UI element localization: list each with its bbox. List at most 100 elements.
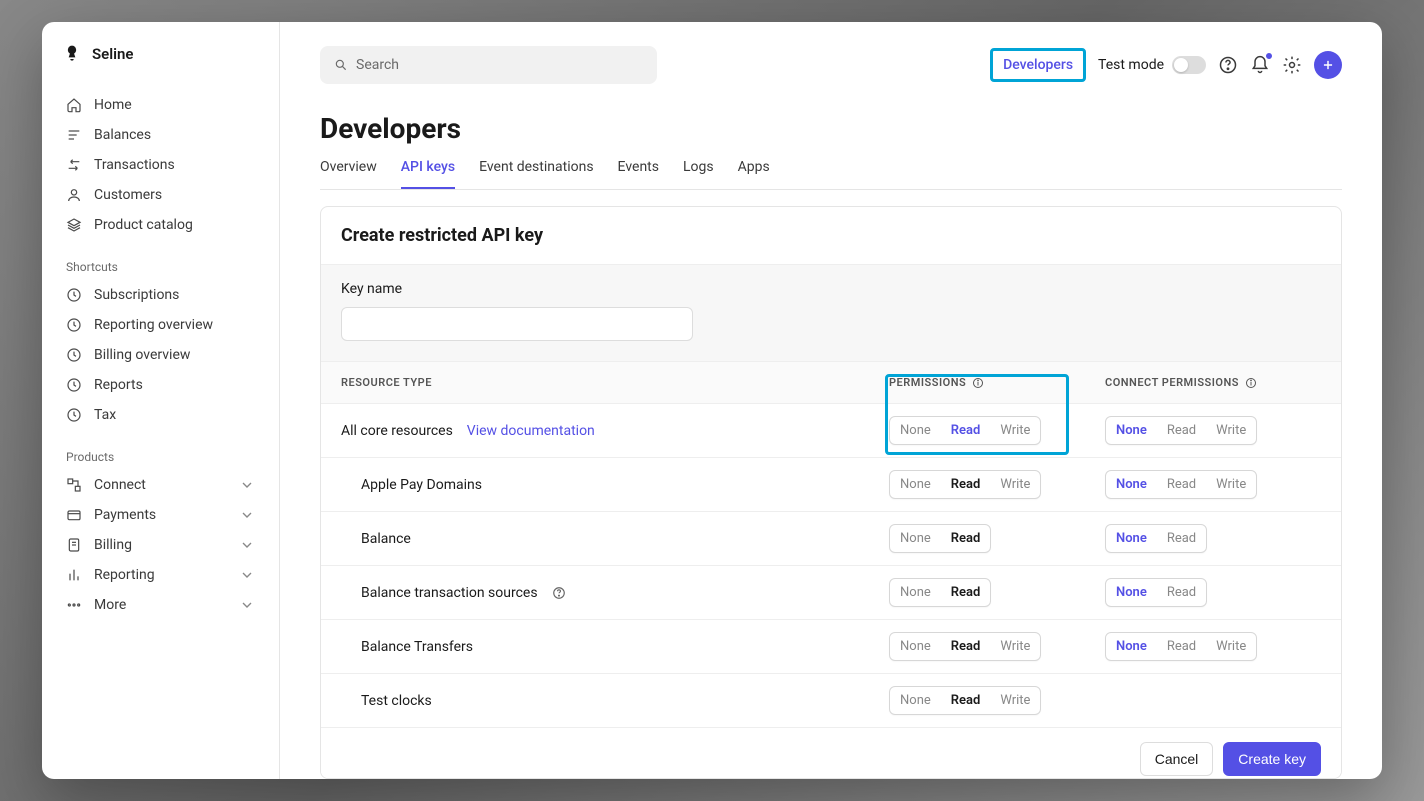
segment-option[interactable]: None — [1106, 633, 1157, 660]
permission-segment[interactable]: NoneReadWrite — [889, 416, 1041, 445]
clock-icon — [66, 287, 82, 303]
permission-segment[interactable]: NoneReadWrite — [889, 632, 1041, 661]
sidebar-item-payments[interactable]: Payments — [56, 500, 265, 530]
sidebar-item-customers[interactable]: Customers — [56, 180, 265, 210]
segment-option[interactable]: Read — [941, 687, 991, 714]
segment-option[interactable]: Read — [1157, 471, 1206, 498]
sidebar-item-label: Customers — [94, 187, 162, 203]
segment-option[interactable]: Read — [1157, 633, 1206, 660]
segment-option[interactable]: None — [1106, 579, 1157, 606]
segment-option[interactable]: Read — [941, 471, 991, 498]
sidebar-item-more[interactable]: More — [56, 590, 265, 620]
key-name-block: Key name — [321, 264, 1341, 361]
chevron-down-icon — [239, 567, 255, 583]
segment-option[interactable]: Read — [1157, 417, 1206, 444]
search-icon — [334, 58, 348, 72]
panel-footer: Cancel Create key — [321, 727, 1341, 779]
sidebar-item-subscriptions[interactable]: Subscriptions — [56, 280, 265, 310]
permission-segment[interactable]: NoneRead — [889, 578, 991, 607]
permission-segment[interactable]: NoneRead — [1105, 524, 1207, 553]
notification-dot-icon — [1266, 53, 1272, 59]
customers-icon — [66, 187, 82, 203]
segment-option[interactable]: Write — [990, 471, 1040, 498]
permission-segment[interactable]: NoneRead — [1105, 578, 1207, 607]
search-placeholder: Search — [356, 57, 399, 73]
key-name-label: Key name — [341, 281, 1321, 297]
tab-logs[interactable]: Logs — [683, 159, 714, 189]
create-key-panel: Create restricted API key Key name RESOU… — [320, 206, 1342, 779]
clock-icon — [66, 347, 82, 363]
segment-option[interactable]: Read — [941, 525, 991, 552]
create-key-button[interactable]: Create key — [1223, 742, 1321, 776]
permission-segment[interactable]: NoneReadWrite — [1105, 470, 1257, 499]
sidebar-item-tax[interactable]: Tax — [56, 400, 265, 430]
create-button[interactable] — [1314, 51, 1342, 79]
main: Search Developers Test mode Developers O… — [280, 22, 1382, 779]
permission-segment[interactable]: NoneRead — [889, 524, 991, 553]
help-icon[interactable] — [1218, 55, 1238, 75]
sidebar-item-connect[interactable]: Connect — [56, 470, 265, 500]
cancel-button[interactable]: Cancel — [1140, 742, 1214, 776]
segment-option[interactable]: Write — [1206, 417, 1256, 444]
notifications-icon[interactable] — [1250, 55, 1270, 75]
segment-option[interactable]: Write — [990, 417, 1040, 444]
segment-option[interactable]: Read — [941, 579, 991, 606]
segment-option[interactable]: Write — [990, 687, 1040, 714]
sidebar-item-reports[interactable]: Reports — [56, 370, 265, 400]
test-mode-toggle[interactable] — [1172, 56, 1206, 74]
test-mode: Test mode — [1098, 56, 1206, 74]
developers-link[interactable]: Developers — [990, 48, 1086, 82]
help-icon[interactable] — [552, 586, 566, 600]
segment-option[interactable]: None — [890, 633, 941, 660]
segment-option[interactable]: Read — [1157, 579, 1206, 606]
segment-option[interactable]: Read — [941, 633, 991, 660]
tab-overview[interactable]: Overview — [320, 159, 377, 189]
tab-apps[interactable]: Apps — [738, 159, 770, 189]
segment-option[interactable]: Write — [1206, 471, 1256, 498]
col-resource: RESOURCE TYPE — [341, 376, 889, 389]
segment-option[interactable]: None — [1106, 417, 1157, 444]
permission-segment[interactable]: NoneReadWrite — [1105, 416, 1257, 445]
tab-event-destinations[interactable]: Event destinations — [479, 159, 593, 189]
app-window: Seline HomeBalancesTransactionsCustomers… — [42, 22, 1382, 779]
permission-segment[interactable]: NoneReadWrite — [889, 686, 1041, 715]
key-name-input[interactable] — [341, 307, 693, 341]
sidebar-item-home[interactable]: Home — [56, 90, 265, 120]
tab-events[interactable]: Events — [618, 159, 659, 189]
segment-option[interactable]: None — [890, 687, 941, 714]
permission-row: Balance TransfersNoneReadWriteNoneReadWr… — [321, 619, 1341, 673]
info-icon[interactable] — [972, 377, 984, 389]
sidebar-item-transactions[interactable]: Transactions — [56, 150, 265, 180]
sidebar-item-billing[interactable]: Billing — [56, 530, 265, 560]
sidebar-item-reporting[interactable]: Reporting — [56, 560, 265, 590]
permission-segment[interactable]: NoneReadWrite — [889, 470, 1041, 499]
segment-option[interactable]: None — [890, 417, 941, 444]
resource-name: Balance Transfers — [341, 639, 473, 655]
view-documentation-link[interactable]: View documentation — [467, 423, 595, 439]
sidebar-item-product-catalog[interactable]: Product catalog — [56, 210, 265, 240]
permission-segment[interactable]: NoneReadWrite — [1105, 632, 1257, 661]
segment-option[interactable]: Write — [990, 633, 1040, 660]
segment-option[interactable]: None — [1106, 525, 1157, 552]
page-title: Developers — [320, 112, 1342, 145]
segment-option[interactable]: None — [890, 579, 941, 606]
segment-option[interactable]: Read — [1157, 525, 1206, 552]
segment-option[interactable]: None — [890, 525, 941, 552]
sidebar-item-billing-overview[interactable]: Billing overview — [56, 340, 265, 370]
sidebar-item-label: Reporting — [94, 567, 155, 583]
settings-icon[interactable] — [1282, 55, 1302, 75]
topbar: Search Developers Test mode — [320, 46, 1342, 84]
segment-option[interactable]: Write — [1206, 633, 1256, 660]
segment-option[interactable]: None — [890, 471, 941, 498]
segment-option[interactable]: None — [1106, 471, 1157, 498]
products-heading: Products — [56, 442, 265, 470]
clock-icon — [66, 317, 82, 333]
search-input[interactable]: Search — [320, 46, 657, 84]
segment-option[interactable]: Read — [941, 417, 991, 444]
balances-icon — [66, 127, 82, 143]
sidebar-item-balances[interactable]: Balances — [56, 120, 265, 150]
sidebar-item-label: Tax — [94, 407, 116, 423]
tab-api-keys[interactable]: API keys — [401, 159, 455, 189]
info-icon[interactable] — [1245, 377, 1257, 389]
sidebar-item-reporting-overview[interactable]: Reporting overview — [56, 310, 265, 340]
